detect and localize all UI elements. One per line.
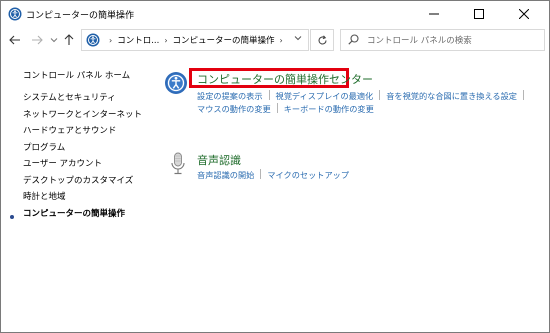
back-arrow-icon xyxy=(9,35,20,45)
link-start-speech-recognition[interactable]: 音声認識の開始 xyxy=(197,170,254,180)
sidebar-item-ease-of-access[interactable]: コンピューターの簡単操作 xyxy=(23,207,142,224)
address-dropdown-icon[interactable] xyxy=(294,35,302,41)
forward-button[interactable] xyxy=(29,31,45,49)
link-recommended-settings[interactable]: 設定の提案の表示 xyxy=(197,91,263,101)
breadcrumb: › コントロ... › コンピューターの簡単操作 › xyxy=(104,34,288,47)
sidebar-item-programs[interactable]: プログラム xyxy=(23,141,142,158)
address-bar[interactable]: › コントロ... › コンピューターの簡単操作 › xyxy=(81,29,309,51)
sidebar-item-network-internet[interactable]: ネットワークとインターネット xyxy=(23,108,142,125)
category-title-speech-recognition[interactable]: 音声認識 xyxy=(197,152,241,168)
search-placeholder: コントロール パネルの検索 xyxy=(367,36,472,46)
maximize-button[interactable] xyxy=(456,1,501,27)
link-separator xyxy=(522,90,524,100)
minimize-button[interactable] xyxy=(411,1,456,27)
link-separator xyxy=(276,103,278,113)
search-icon xyxy=(348,34,359,45)
sidebar-item-user-accounts[interactable]: ユーザー アカウント xyxy=(23,157,142,174)
category-links-row-1: 設定の提案の表示 視覚ディスプレイの最適化 音を視覚的な合図に置き換える設定 xyxy=(197,90,530,102)
chevron-right-icon[interactable]: › xyxy=(280,36,283,45)
maximize-icon xyxy=(473,9,484,19)
link-change-keyboard[interactable]: キーボードの動作の変更 xyxy=(284,104,374,114)
category-links-speech: 音声認識の開始 マイクのセットアップ xyxy=(197,169,349,181)
microphone-icon xyxy=(171,152,185,175)
back-button[interactable] xyxy=(7,31,23,49)
minimize-icon xyxy=(428,13,439,15)
navigation-bar: › コントロ... › コンピューターの簡単操作 › コントロール パネルの検索 xyxy=(1,27,549,53)
link-change-mouse[interactable]: マウスの動作の変更 xyxy=(197,104,271,114)
sidebar-item-clock-region[interactable]: 時計と地域 xyxy=(23,190,142,207)
refresh-button[interactable] xyxy=(310,29,334,51)
link-separator xyxy=(260,169,262,179)
link-separator xyxy=(268,90,270,100)
close-button[interactable] xyxy=(501,1,546,27)
sidebar-item-appearance[interactable]: デスクトップのカスタマイズ xyxy=(23,174,142,191)
chevron-right-icon[interactable]: › xyxy=(164,36,167,45)
ease-of-access-icon xyxy=(165,72,187,94)
sidebar-item-system-security[interactable]: システムとセキュリティ xyxy=(23,91,142,108)
breadcrumb-item-ease-of-access[interactable]: コンピューターの簡単操作 xyxy=(173,34,275,46)
sidebar-item-hardware-sound[interactable]: ハードウェアとサウンド xyxy=(23,124,142,141)
close-icon xyxy=(518,9,529,19)
sidebar-home-link[interactable]: コントロール パネル ホーム xyxy=(23,69,130,81)
up-button[interactable] xyxy=(61,31,77,49)
breadcrumb-item-control-panel[interactable]: コントロ... xyxy=(117,34,159,46)
search-box[interactable]: コントロール パネルの検索 xyxy=(340,29,545,51)
category-links-row-2: マウスの動作の変更 キーボードの動作の変更 xyxy=(197,103,374,115)
chevron-right-icon: › xyxy=(109,35,113,45)
chevron-down-icon xyxy=(50,38,58,43)
window-title: コンピューターの簡単操作 xyxy=(26,11,135,21)
current-item-bullet xyxy=(10,215,14,219)
link-set-up-microphone[interactable]: マイクのセットアップ xyxy=(267,170,349,180)
title-bar: コンピューターの簡単操作 xyxy=(1,1,549,27)
category-title-ease-of-access-center[interactable]: コンピューターの簡単操作センター xyxy=(197,71,373,87)
ease-of-access-app-icon xyxy=(8,7,22,21)
refresh-icon xyxy=(317,34,327,45)
control-panel-icon xyxy=(86,33,100,47)
link-replace-sounds-visual-cues[interactable]: 音を視覚的な合図に置き換える設定 xyxy=(386,91,517,101)
link-optimize-visual-display[interactable]: 視覚ディスプレイの最適化 xyxy=(276,91,374,101)
sidebar-category-list: システムとセキュリティ ネットワークとインターネット ハードウェアとサウンド プ… xyxy=(23,91,142,223)
recent-locations-button[interactable] xyxy=(46,31,62,49)
control-panel-window: コンピューターの簡単操作 › コントロ... › コンピューターの簡単操作 › … xyxy=(0,0,550,333)
link-separator xyxy=(379,90,381,100)
forward-arrow-icon xyxy=(32,35,43,45)
up-arrow-icon xyxy=(64,34,74,45)
